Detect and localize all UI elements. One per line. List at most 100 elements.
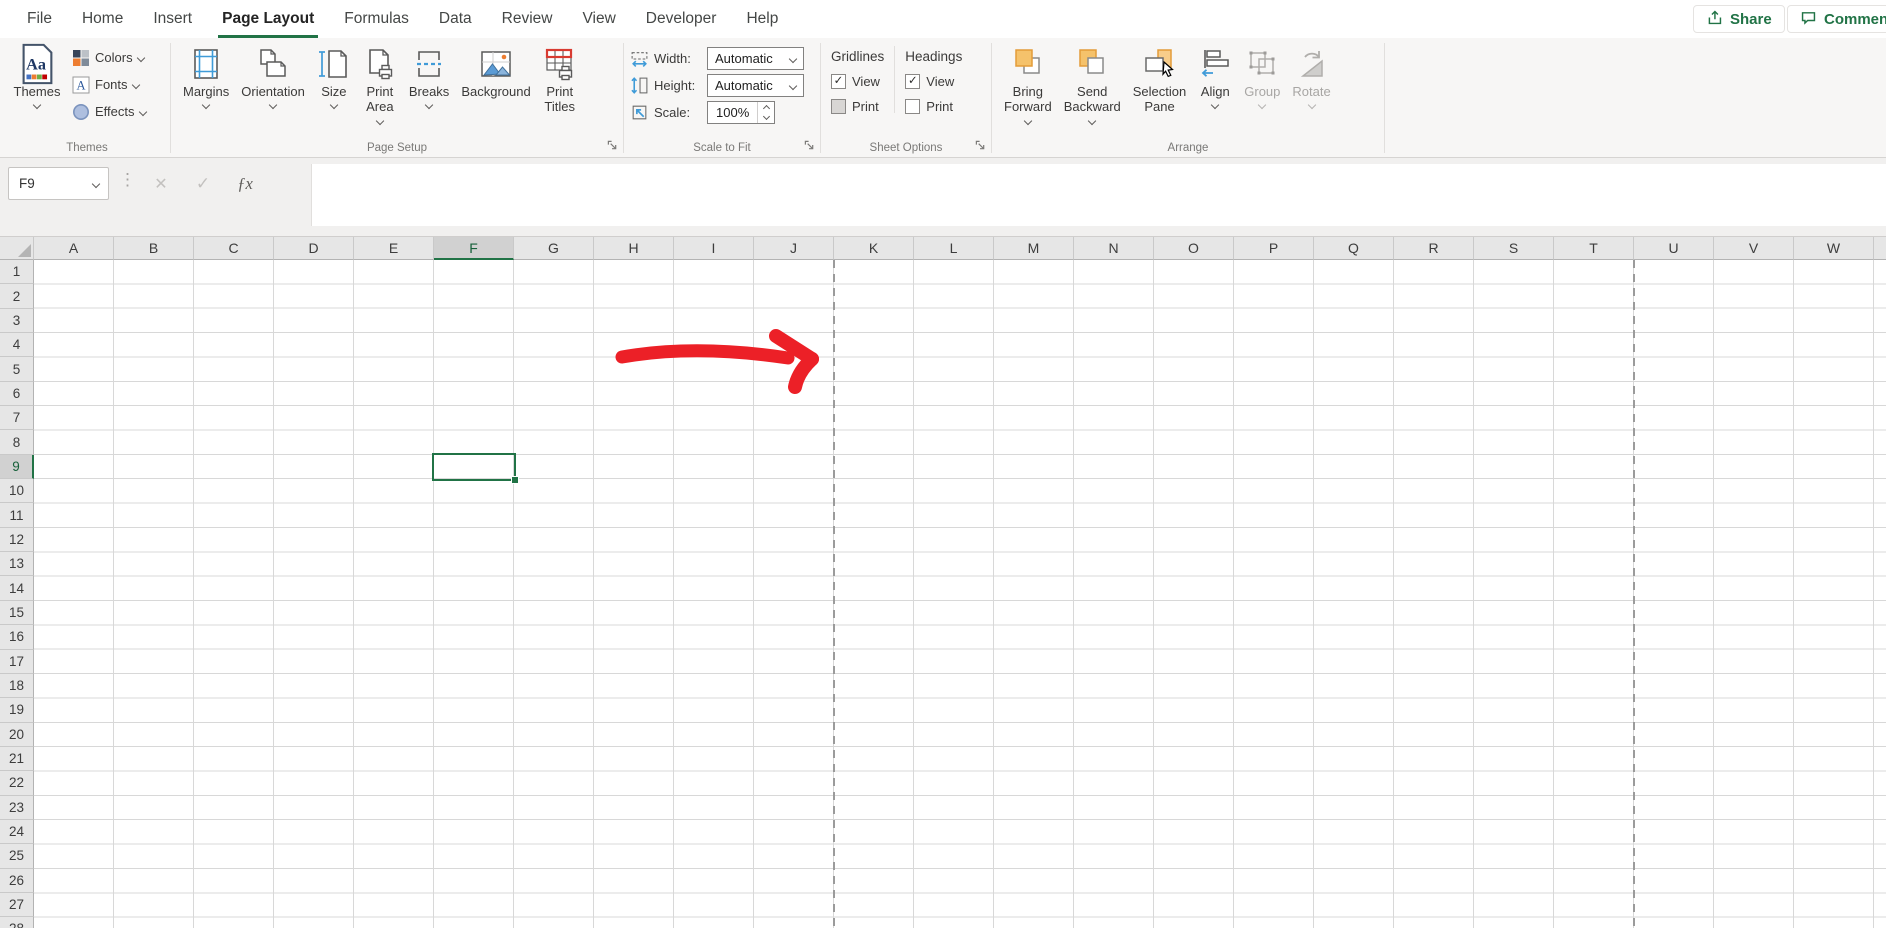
row-header-9[interactable]: 9 [0, 455, 34, 479]
tab-home[interactable]: Home [67, 0, 138, 38]
row-header-24[interactable]: 24 [0, 820, 34, 844]
height-dropdown[interactable]: Automatic [707, 74, 804, 97]
row-header-11[interactable]: 11 [0, 503, 34, 527]
orientation-button[interactable]: Orientation [235, 42, 311, 138]
row-header-14[interactable]: 14 [0, 576, 34, 600]
spin-up-button[interactable] [758, 102, 774, 113]
width-dropdown[interactable]: Automatic [707, 47, 804, 70]
selection-pane-button[interactable]: Selection Pane [1127, 42, 1192, 138]
fill-handle[interactable] [511, 476, 519, 484]
column-header-E[interactable]: E [354, 237, 434, 260]
row-header-20[interactable]: 20 [0, 723, 34, 747]
tab-developer[interactable]: Developer [631, 0, 732, 38]
fonts-button[interactable]: AFonts [68, 71, 150, 98]
row-header-3[interactable]: 3 [0, 309, 34, 333]
row-header-26[interactable]: 26 [0, 869, 34, 893]
print-titles-button[interactable]: Print Titles [537, 42, 583, 138]
column-header-Q[interactable]: Q [1314, 237, 1394, 260]
tab-formulas[interactable]: Formulas [329, 0, 424, 38]
column-header-F[interactable]: F [434, 237, 514, 260]
row-header-21[interactable]: 21 [0, 747, 34, 771]
scale-spinner[interactable]: 100% [707, 101, 775, 124]
tab-data[interactable]: Data [424, 0, 487, 38]
print-area-button[interactable]: Print Area [357, 42, 403, 138]
column-header-M[interactable]: M [994, 237, 1074, 260]
comments-button[interactable]: Comments [1787, 5, 1886, 33]
sheet-options-dialog-launcher-icon[interactable] [973, 138, 988, 153]
row-header-12[interactable]: 12 [0, 528, 34, 552]
grid-cells[interactable] [34, 260, 1886, 928]
row-header-28[interactable]: 28 [0, 917, 34, 928]
tab-page-layout[interactable]: Page Layout [207, 0, 329, 38]
column-header-N[interactable]: N [1074, 237, 1154, 260]
formula-input[interactable] [311, 164, 1886, 226]
row-header-27[interactable]: 27 [0, 893, 34, 917]
background-button[interactable]: Background [455, 42, 536, 138]
tab-review[interactable]: Review [487, 0, 568, 38]
share-button[interactable]: Share [1693, 5, 1785, 33]
select-all-corner[interactable] [0, 237, 34, 260]
row-header-13[interactable]: 13 [0, 552, 34, 576]
column-header-V[interactable]: V [1714, 237, 1794, 260]
row-header-18[interactable]: 18 [0, 674, 34, 698]
column-header-T[interactable]: T [1554, 237, 1634, 260]
column-header-U[interactable]: U [1634, 237, 1714, 260]
row-header-15[interactable]: 15 [0, 601, 34, 625]
breaks-button[interactable]: Breaks [403, 42, 455, 138]
spin-down-button[interactable] [758, 113, 774, 124]
column-header-R[interactable]: R [1394, 237, 1474, 260]
insert-function-button[interactable]: ƒx [227, 167, 263, 200]
column-header-H[interactable]: H [594, 237, 674, 260]
row-header-6[interactable]: 6 [0, 382, 34, 406]
column-header-B[interactable]: B [114, 237, 194, 260]
send-backward-button[interactable]: Send Backward [1058, 42, 1127, 138]
tab-insert[interactable]: Insert [138, 0, 207, 38]
name-box[interactable]: F9 [8, 167, 109, 200]
colors-button[interactable]: Colors [68, 44, 150, 71]
column-header-P[interactable]: P [1234, 237, 1314, 260]
row-header-2[interactable]: 2 [0, 284, 34, 308]
themes-button[interactable]: Aa Themes [10, 42, 64, 138]
row-header-25[interactable]: 25 [0, 844, 34, 868]
row-header-4[interactable]: 4 [0, 333, 34, 357]
scale-to-fit-dialog-launcher-icon[interactable] [802, 138, 817, 153]
column-header-C[interactable]: C [194, 237, 274, 260]
column-header-O[interactable]: O [1154, 237, 1234, 260]
align-button[interactable]: Align [1192, 42, 1238, 138]
checkbox-label: Print [926, 99, 953, 114]
margins-button[interactable]: Margins [177, 42, 235, 138]
row-header-7[interactable]: 7 [0, 406, 34, 430]
column-header-I[interactable]: I [674, 237, 754, 260]
tab-file[interactable]: File [12, 0, 67, 38]
row-header-16[interactable]: 16 [0, 625, 34, 649]
gridlines-print-checkbox[interactable]: Print [831, 94, 884, 119]
tab-view[interactable]: View [567, 0, 630, 38]
row-header-10[interactable]: 10 [0, 479, 34, 503]
row-header-5[interactable]: 5 [0, 357, 34, 381]
page-setup-dialog-launcher-icon[interactable] [605, 138, 620, 153]
column-header-G[interactable]: G [514, 237, 594, 260]
headings-view-checkbox[interactable]: ✓View [905, 69, 962, 94]
row-header-17[interactable]: 17 [0, 650, 34, 674]
headings-print-checkbox[interactable]: Print [905, 94, 962, 119]
column-header-W[interactable]: W [1794, 237, 1874, 260]
column-header-J[interactable]: J [754, 237, 834, 260]
name-box-dropdown[interactable] [84, 181, 108, 187]
bring-forward-button[interactable]: Bring Forward [998, 42, 1058, 138]
effects-button[interactable]: Effects [68, 98, 150, 125]
row-header-19[interactable]: 19 [0, 698, 34, 722]
gridlines-view-checkbox[interactable]: ✓View [831, 69, 884, 94]
size-button[interactable]: Size [311, 42, 357, 138]
row-header-1[interactable]: 1 [0, 260, 34, 284]
row-header-23[interactable]: 23 [0, 796, 34, 820]
row-header-22[interactable]: 22 [0, 771, 34, 795]
row-header-8[interactable]: 8 [0, 430, 34, 454]
column-header-A[interactable]: A [34, 237, 114, 260]
section-title: Headings [905, 44, 962, 69]
column-header-K[interactable]: K [834, 237, 914, 260]
column-header-D[interactable]: D [274, 237, 354, 260]
formula-bar-dots-handle[interactable]: ⋮ [119, 170, 136, 190]
column-header-L[interactable]: L [914, 237, 994, 260]
column-header-S[interactable]: S [1474, 237, 1554, 260]
tab-help[interactable]: Help [731, 0, 793, 38]
